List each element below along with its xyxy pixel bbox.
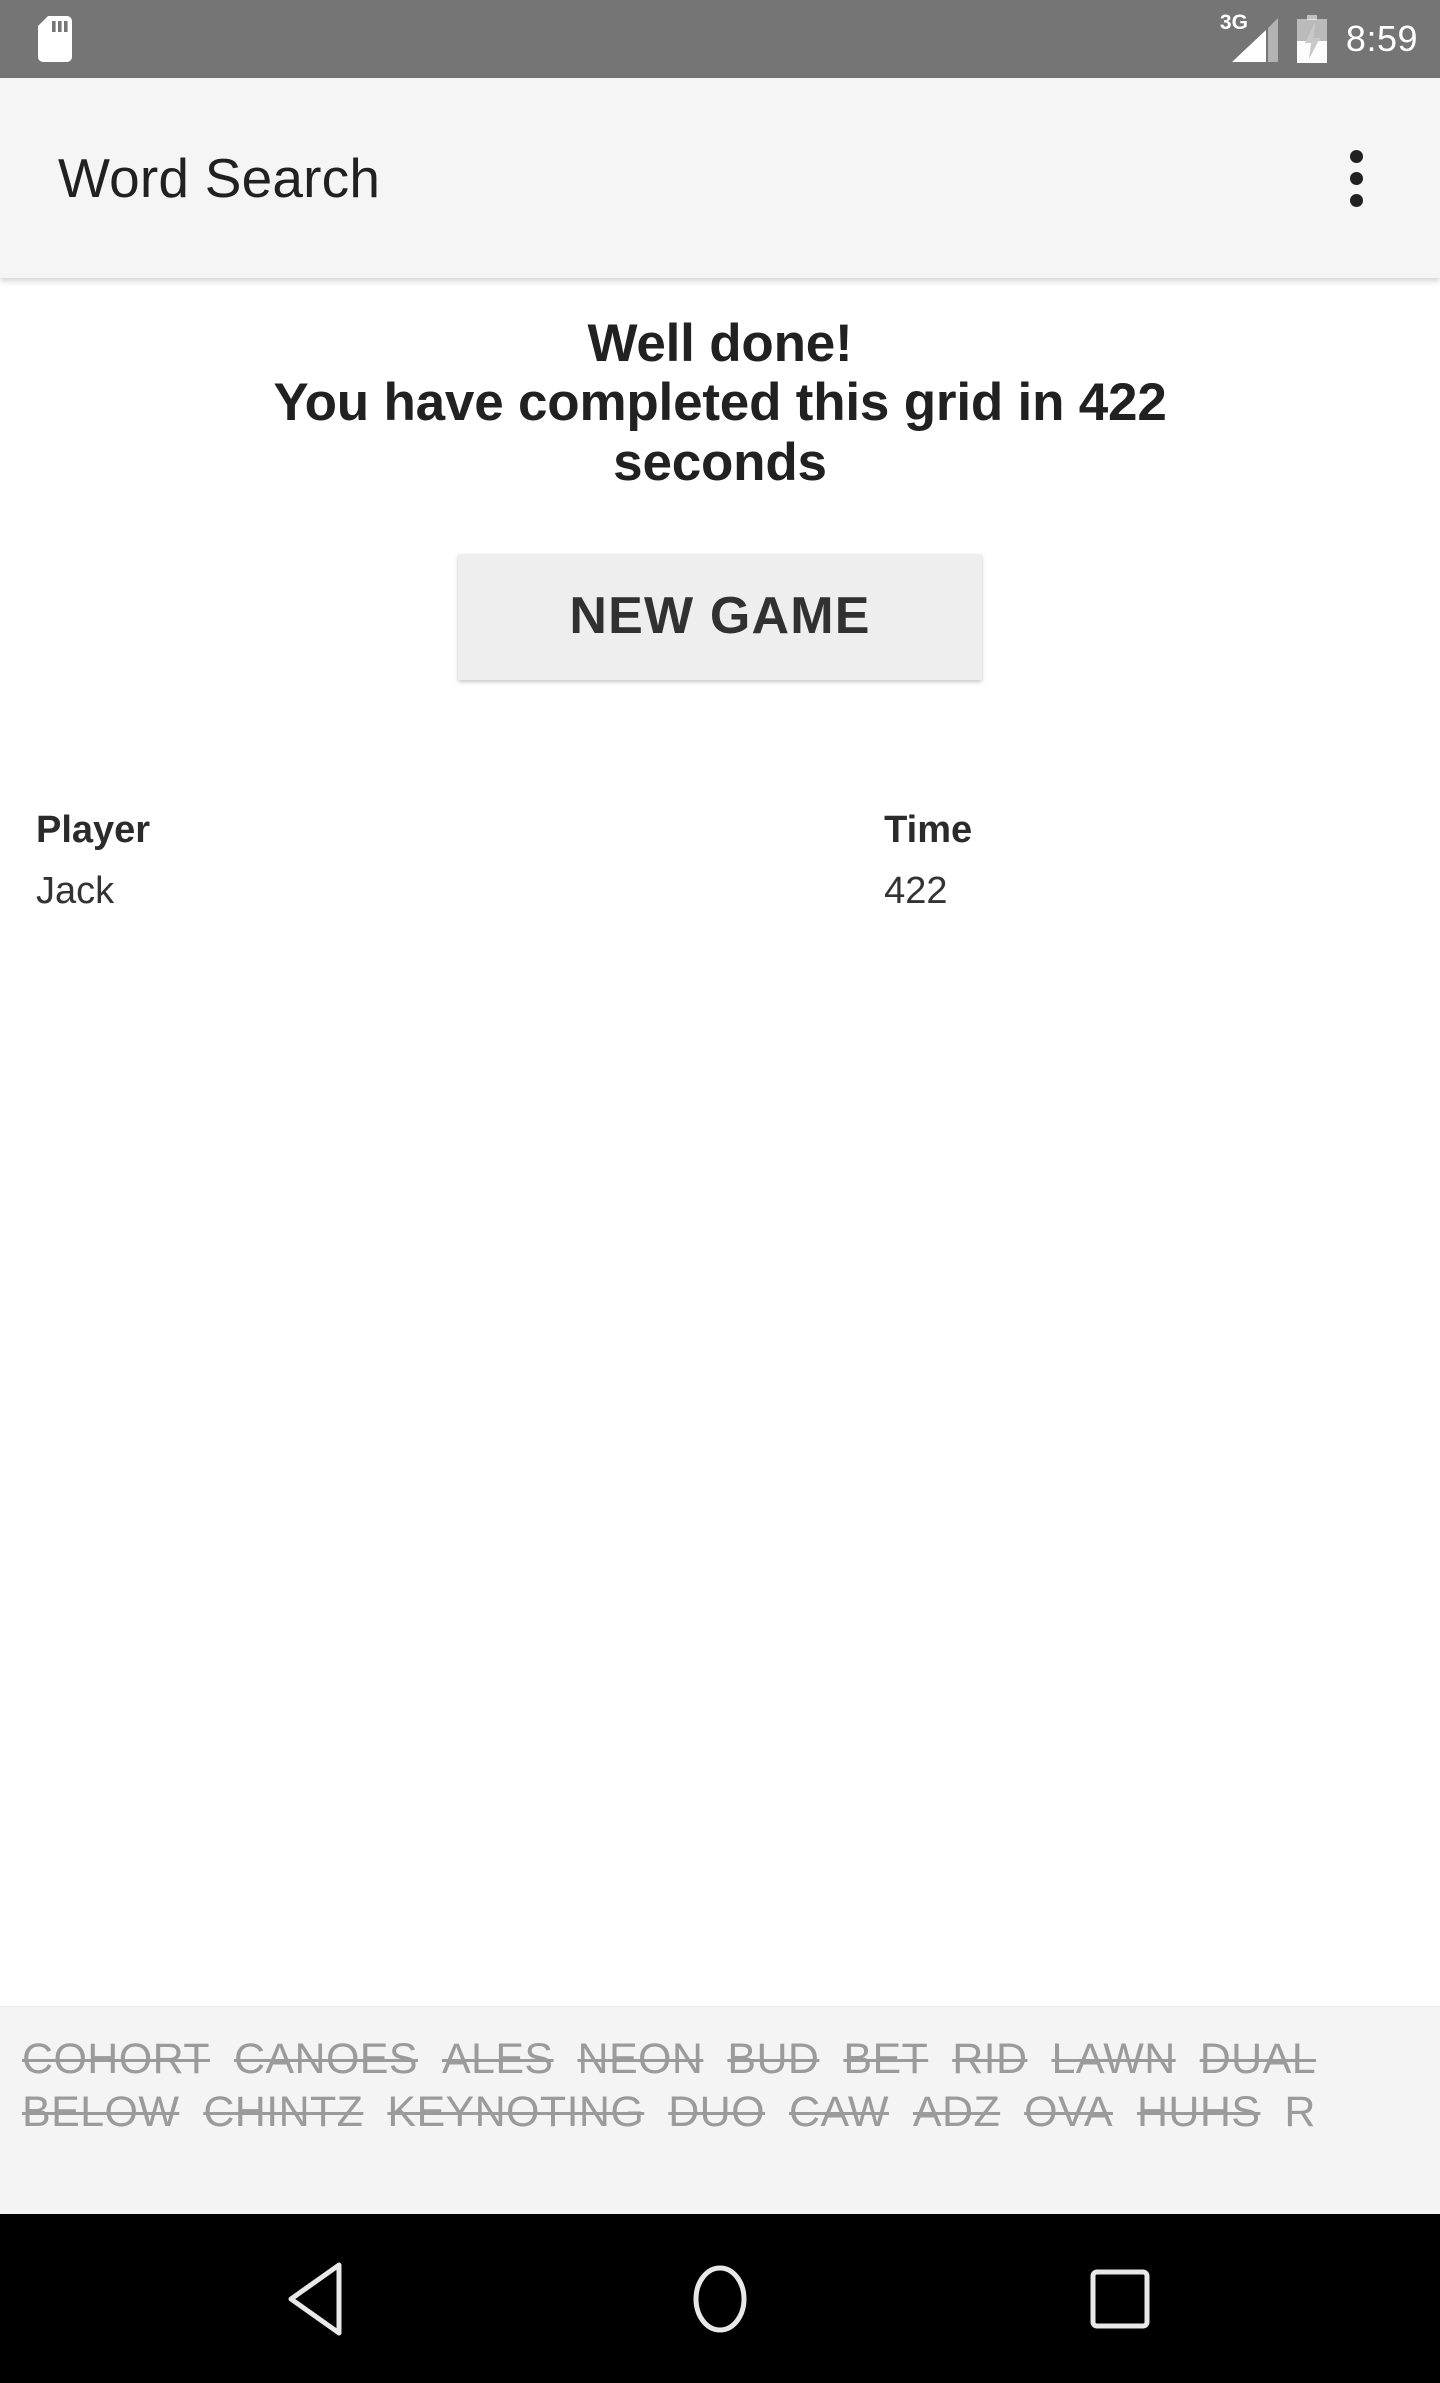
word-item[interactable]: CAW xyxy=(789,2088,889,2136)
word-list-row: COHORT CANOES ALES NEON BUD BET RID LAWN DUAL xyxy=(0,2033,1440,2086)
word-item[interactable]: CANOES xyxy=(234,2035,418,2083)
word-list-panel: COHORT CANOES ALES NEON BUD BET RID LAWN DUAL BEL… xyxy=(0,2006,1440,2214)
word-item[interactable]: OVA xyxy=(1024,2088,1113,2136)
page-title: Word Search xyxy=(58,147,381,209)
completion-message-line-3: seconds xyxy=(613,432,827,492)
word-item[interactable]: KEYNOTING xyxy=(387,2088,644,2136)
table-header-row: Player Time xyxy=(36,808,1404,869)
word-item[interactable]: BET xyxy=(843,2035,928,2083)
cell-time-value: 422 xyxy=(884,869,948,912)
word-item[interactable]: DUAL xyxy=(1200,2035,1316,2083)
word-item[interactable]: NEON xyxy=(578,2035,704,2083)
word-item[interactable]: ALES xyxy=(442,2035,554,2083)
sd-card-icon xyxy=(38,16,72,62)
completion-message-line-2: You have completed this grid in 422 xyxy=(273,373,1167,433)
status-bar-clock: 8:59 xyxy=(1345,18,1418,59)
word-item[interactable]: R xyxy=(1284,2088,1315,2136)
status-bar: 3G 8:59 xyxy=(0,0,1440,78)
scores-table: Player Time Jack 422 xyxy=(36,808,1404,914)
status-bar-left xyxy=(38,16,72,62)
table-row: Jack 422 xyxy=(36,869,1404,914)
scores-table-head: Player Time xyxy=(36,808,1404,869)
word-item[interactable]: BUD xyxy=(727,2035,819,2083)
new-game-button[interactable]: NEW GAME xyxy=(458,554,982,681)
overflow-dot-2 xyxy=(1349,171,1363,185)
word-item[interactable]: CHINTZ xyxy=(203,2088,363,2136)
word-item[interactable]: HUHS xyxy=(1137,2088,1260,2136)
main-content: Well done! You have completed this grid … xyxy=(0,278,1440,2006)
word-item[interactable]: RID xyxy=(952,2035,1027,2083)
scores-table-body: Jack 422 xyxy=(36,869,1404,914)
cell-player-name: Jack xyxy=(36,869,115,912)
column-header-time: Time xyxy=(884,809,973,852)
completion-message: Well done! You have completed this grid … xyxy=(36,314,1404,492)
new-game-button-row: NEW GAME xyxy=(36,554,1404,681)
word-list-row: BELOW CHINTZ KEYNOTING DUO CAW ADZ OVA HUHS R xyxy=(0,2086,1440,2139)
column-header-player: Player xyxy=(36,809,151,852)
signal-bars-icon: 3G xyxy=(1220,12,1278,64)
app-bar: Word Search xyxy=(0,78,1440,278)
word-item[interactable]: LAWN xyxy=(1051,2035,1175,2083)
back-triangle-icon[interactable] xyxy=(260,2239,380,2359)
home-circle-icon[interactable] xyxy=(660,2239,780,2359)
overflow-dot-1 xyxy=(1349,149,1363,163)
word-item[interactable]: BELOW xyxy=(22,2088,179,2136)
overflow-menu-icon[interactable] xyxy=(1308,130,1404,226)
android-navigation-bar xyxy=(0,2214,1440,2383)
battery-charging-icon xyxy=(1296,15,1328,63)
status-bar-right: 3G 8:59 xyxy=(1220,12,1418,64)
overflow-dot-3 xyxy=(1349,193,1363,207)
app-root: 3G 8:59 Word Search Well done! You have … xyxy=(0,0,1440,2383)
word-item[interactable]: DUO xyxy=(668,2088,765,2136)
word-item[interactable]: ADZ xyxy=(913,2088,1000,2136)
recents-square-icon[interactable] xyxy=(1060,2239,1180,2359)
completion-message-line-1: Well done! xyxy=(587,314,853,373)
word-item[interactable]: COHORT xyxy=(22,2035,210,2083)
